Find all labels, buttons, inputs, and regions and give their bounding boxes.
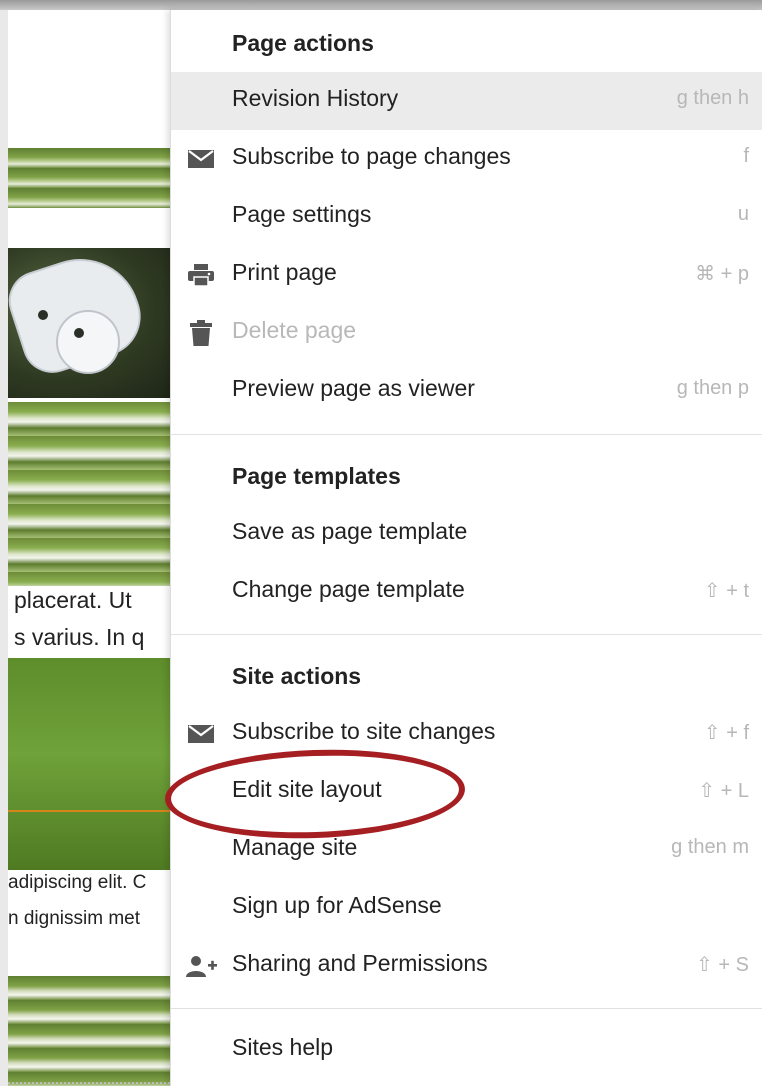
menu-item-change-template[interactable]: Change page template ⇧ + t (171, 563, 762, 621)
background-text-line: placerat. Ut (14, 587, 132, 613)
background-text-line: n dignissim met (8, 908, 140, 929)
menu-item-shortcut: g then p (676, 377, 749, 399)
background-divider (8, 810, 178, 812)
menu-item-label: Preview page as viewer (232, 375, 475, 401)
menu-item-revision-history[interactable]: Revision History g then h (171, 72, 762, 130)
section-title-page-actions: Page actions (232, 30, 374, 56)
menu-divider (171, 1008, 762, 1009)
menu-item-label: Sharing and Permissions (232, 950, 488, 976)
page-edge (0, 10, 8, 1086)
envelope-icon (185, 720, 217, 748)
menu-item-shortcut: ⇧ + t (703, 580, 749, 602)
printer-icon (185, 261, 217, 289)
menu-item-label: Subscribe to site changes (232, 718, 496, 744)
menu-item-shortcut: g then h (676, 87, 749, 109)
menu-item-label: Sites help (232, 1034, 334, 1060)
background-image-strip (8, 148, 178, 208)
background-image-strip (8, 658, 178, 870)
menu-item-label: Sign up for AdSense (232, 892, 442, 918)
section-title-site-actions: Site actions (232, 663, 362, 689)
photo-object-detail (56, 310, 120, 374)
background-dotted-line (8, 1082, 178, 1084)
more-actions-menu: Page actions Revision History g then h S… (170, 10, 762, 1086)
section-title-page-templates: Page templates (232, 463, 401, 489)
menu-item-shortcut: ⇧ + f (703, 722, 749, 744)
background-text-line: adipiscing elit. C (8, 872, 147, 893)
background-page: placerat. Ut s varius. In q adipiscing e… (8, 10, 178, 1086)
menu-item-shortcut: ⇧ + L (698, 780, 749, 802)
photo-detail (38, 310, 48, 320)
background-image-strip (8, 402, 178, 586)
menu-item-adsense[interactable]: Sign up for AdSense (171, 879, 762, 937)
menu-item-label: Change page template (232, 576, 465, 602)
menu-item-label: Save as page template (232, 518, 468, 544)
background-image-strip (8, 976, 178, 1086)
menu-item-sharing-permissions[interactable]: Sharing and Permissions ⇧ + S (171, 937, 762, 995)
menu-item-preview-page[interactable]: Preview page as viewer g then p (171, 362, 762, 420)
add-person-icon (185, 952, 217, 980)
menu-item-shortcut: u (737, 203, 749, 225)
menu-divider (171, 634, 762, 635)
menu-item-label: Page settings (232, 201, 372, 227)
menu-item-label: Revision History (232, 85, 399, 111)
envelope-icon (185, 145, 217, 173)
menu-item-shortcut: ⇧ + S (696, 954, 749, 976)
menu-item-label: Delete page (232, 317, 357, 343)
menu-item-shortcut: g then m (671, 836, 749, 858)
menu-item-shortcut: f (743, 145, 749, 167)
menu-item-delete-page: Delete page (171, 304, 762, 362)
menu-item-label: Print page (232, 259, 337, 285)
menu-item-label: Subscribe to page changes (232, 143, 511, 169)
menu-item-shortcut: ⌘ + p (695, 263, 749, 285)
background-text-line: s varius. In q (14, 624, 145, 650)
trash-icon (185, 319, 217, 347)
window-top-border (0, 0, 762, 10)
menu-item-sites-help[interactable]: Sites help (171, 1021, 762, 1079)
menu-divider (171, 434, 762, 435)
photo-detail (74, 328, 84, 338)
menu-item-page-settings[interactable]: Page settings u (171, 188, 762, 246)
menu-item-print-page[interactable]: Print page ⌘ + p (171, 246, 762, 304)
menu-item-subscribe-page[interactable]: Subscribe to page changes f (171, 130, 762, 188)
menu-item-save-template[interactable]: Save as page template (171, 505, 762, 563)
